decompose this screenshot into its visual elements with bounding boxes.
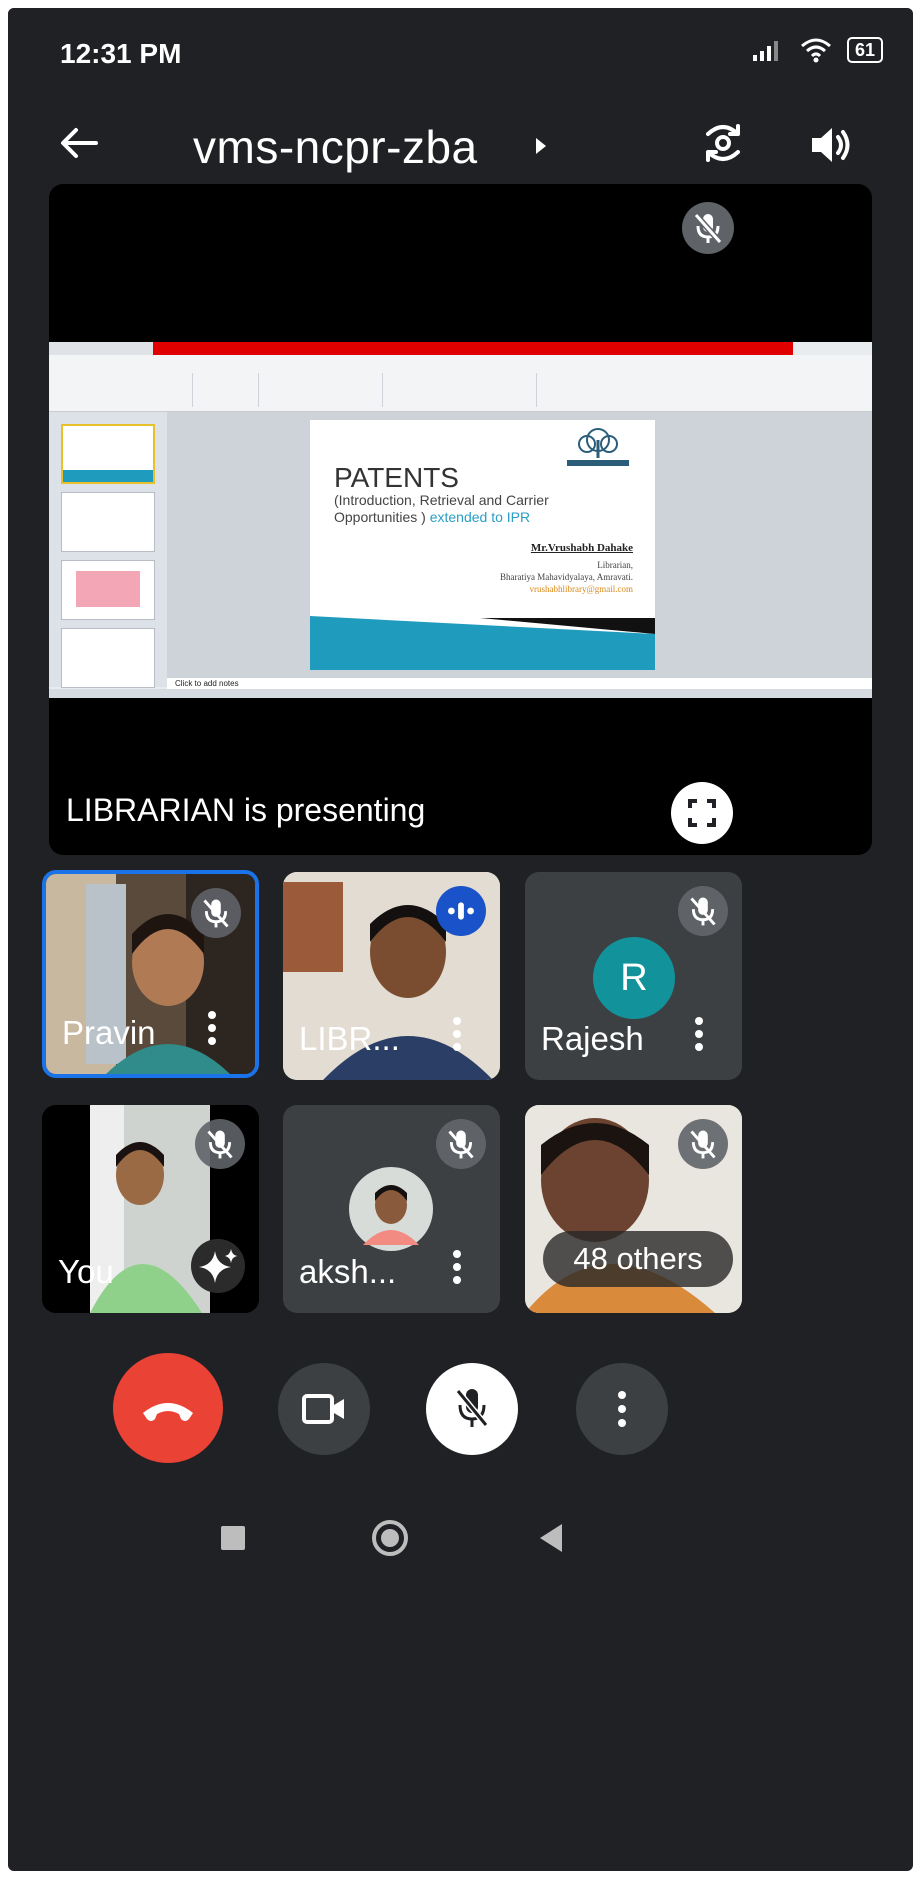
- ribbon-group: [387, 373, 537, 407]
- status-icons: 61: [751, 36, 883, 64]
- system-nav-bar: [8, 1493, 913, 1593]
- slide-wave-graphic: [310, 616, 655, 670]
- camera-toggle-button[interactable]: [278, 1363, 370, 1455]
- participant-tile-pravin[interactable]: Pravin: [42, 870, 259, 1078]
- sparkle-icon: [199, 1249, 237, 1283]
- mic-off-icon: [678, 886, 728, 936]
- meeting-code[interactable]: vms-ncpr-zba: [193, 120, 478, 174]
- back-triangle-icon[interactable]: [536, 1521, 566, 1555]
- participant-tile-aksh[interactable]: aksh...: [283, 1105, 500, 1313]
- signal-icon: [752, 41, 778, 61]
- ppt-ribbon: [49, 355, 872, 412]
- wifi-icon: [800, 38, 831, 63]
- more-options-icon[interactable]: [694, 1016, 704, 1052]
- back-arrow-icon[interactable]: [56, 120, 102, 166]
- ribbon-group: [263, 373, 383, 407]
- slide-thumbnails: [49, 412, 167, 688]
- participant-tile-others[interactable]: 48 others: [525, 1105, 742, 1313]
- shared-screen: PATENTS (Introduction, Retrieval and Car…: [49, 342, 872, 698]
- slide-institution: Bharatiya Mahavidyalaya, Amravati.: [500, 572, 633, 582]
- battery-indicator: 61: [846, 37, 883, 63]
- more-vertical-icon: [618, 1391, 626, 1427]
- participant-name: You: [58, 1253, 114, 1290]
- switch-camera-icon[interactable]: [698, 118, 748, 168]
- slide-email: vrushabhlibrary@gmail.com: [529, 584, 633, 594]
- recents-icon[interactable]: [218, 1523, 248, 1553]
- speaking-indicator-icon: [436, 886, 486, 936]
- mic-off-icon: [678, 1119, 728, 1169]
- slide-subtitle-highlight: extended to IPR: [429, 509, 531, 525]
- avatar: R: [593, 937, 675, 1019]
- ppt-titlebar: [49, 342, 153, 355]
- others-count[interactable]: 48 others: [543, 1231, 733, 1287]
- slide-thumbnail: [61, 492, 155, 552]
- slide-thumbnail: [61, 424, 155, 484]
- speaker-icon[interactable]: [808, 122, 854, 168]
- mic-off-icon: [195, 1119, 245, 1169]
- effects-button[interactable]: [191, 1239, 245, 1293]
- more-options-icon[interactable]: [452, 1249, 462, 1285]
- mic-toggle-button[interactable]: [426, 1363, 518, 1455]
- hang-up-icon: [143, 1403, 193, 1421]
- more-options-icon[interactable]: [452, 1016, 462, 1052]
- video-camera-icon: [302, 1394, 344, 1424]
- home-icon[interactable]: [370, 1518, 410, 1558]
- slide-title: PATENTS: [334, 462, 459, 493]
- participant-name: Rajesh: [541, 1020, 644, 1057]
- fullscreen-button[interactable]: [671, 782, 733, 844]
- ribbon-group: [197, 373, 259, 407]
- presenter-label: LIBRARIAN is presenting: [66, 792, 426, 828]
- status-bar: 12:31 PM 61: [8, 8, 913, 88]
- slide-thumbnail: [61, 560, 155, 620]
- fullscreen-icon: [688, 799, 716, 827]
- current-slide: PATENTS (Introduction, Retrieval and Car…: [310, 420, 655, 670]
- slide-subtitle: (Introduction, Retrieval and Carrier Opp…: [334, 492, 634, 526]
- slide-thumbnail: [61, 628, 155, 688]
- slide-role: Librarian,: [597, 560, 633, 570]
- avatar: [349, 1167, 433, 1251]
- clock: 12:31 PM: [60, 38, 182, 69]
- participant-name: LIBR...: [299, 1020, 400, 1057]
- more-options-icon[interactable]: [207, 1010, 217, 1046]
- more-options-button[interactable]: [576, 1363, 668, 1455]
- meet-screen: 12:31 PM 61 vms-ncpr-zba PATENTS (Introd…: [8, 8, 913, 1871]
- participant-tile-librarian[interactable]: LIBR...: [283, 872, 500, 1080]
- participant-tile-rajesh[interactable]: R Rajesh: [525, 872, 742, 1080]
- ppt-statusbar: [49, 689, 872, 698]
- caret-right-icon[interactable]: [534, 136, 548, 156]
- call-controls: [8, 1353, 913, 1473]
- participant-tile-you[interactable]: You: [42, 1105, 259, 1313]
- participant-name: aksh...: [299, 1253, 397, 1290]
- slide-author: Mr.Vrushabh Dahake: [530, 542, 633, 554]
- ppt-window-bar: [153, 342, 793, 355]
- presentation-view[interactable]: PATENTS (Introduction, Retrieval and Car…: [49, 184, 872, 855]
- ribbon-group: [53, 373, 193, 407]
- mic-off-icon: [682, 202, 734, 254]
- college-logo-icon: [567, 428, 629, 466]
- mic-off-icon: [191, 888, 241, 938]
- slide-editor: PATENTS (Introduction, Retrieval and Car…: [167, 412, 872, 678]
- mic-off-icon: [455, 1389, 489, 1427]
- participant-name: Pravin: [62, 1014, 156, 1051]
- end-call-button[interactable]: [113, 1353, 223, 1463]
- mic-off-icon: [436, 1119, 486, 1169]
